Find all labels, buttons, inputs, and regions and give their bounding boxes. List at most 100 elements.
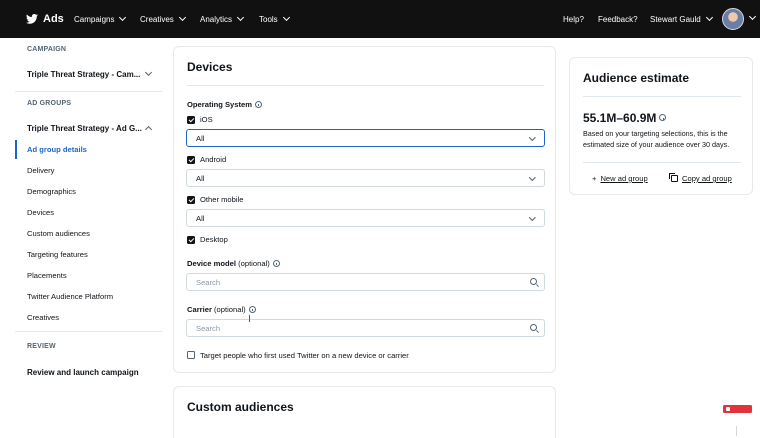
user-menu[interactable]: Stewart Gauld xyxy=(650,0,713,38)
devices-title: Devices xyxy=(187,60,233,74)
sidebar-item-placements[interactable]: Placements xyxy=(27,271,67,280)
desktop-label: Desktop xyxy=(200,235,228,244)
chevron-down-icon xyxy=(528,174,535,181)
ad-groups-heading: AD GROUPS xyxy=(27,100,72,107)
device-model-label-text: Device model xyxy=(187,259,236,268)
divider xyxy=(583,96,741,97)
text-cursor xyxy=(249,315,250,322)
android-checkbox[interactable] xyxy=(187,156,195,164)
new-ad-group-button[interactable]: + New ad group xyxy=(592,174,648,183)
ad-group-name[interactable]: Triple Threat Strategy - Ad G... xyxy=(27,124,142,133)
sidebar-item-twitter-audience-platform[interactable]: Twitter Audience Platform xyxy=(27,292,113,301)
sidebar-item-demographics[interactable]: Demographics xyxy=(27,187,76,196)
device-model-search-input[interactable] xyxy=(186,273,545,291)
devices-card: Devices Operating System iOS All Android… xyxy=(173,46,556,373)
copy-ad-group-label: Copy ad group xyxy=(682,174,732,183)
optional-text: (optional) xyxy=(238,259,270,268)
custom-audiences-title: Custom audiences xyxy=(187,400,294,414)
subscribe-badge-icon[interactable] xyxy=(723,405,752,413)
android-label: Android xyxy=(200,155,227,164)
ios-label: iOS xyxy=(200,115,213,124)
info-icon[interactable] xyxy=(248,305,256,313)
audience-description: Based on your targeting selections, this… xyxy=(583,129,730,149)
divider xyxy=(187,85,544,86)
search-icon xyxy=(530,278,537,285)
optional-text: (optional) xyxy=(214,305,246,314)
sidebar-item-devices[interactable]: Devices xyxy=(27,208,54,217)
new-device-checkbox[interactable] xyxy=(187,351,195,359)
nav-creatives-label: Creatives xyxy=(140,14,174,24)
operating-system-label-text: Operating System xyxy=(187,100,252,109)
new-device-label: Target people who first used Twitter on … xyxy=(200,351,409,360)
nav-analytics[interactable]: Analytics xyxy=(200,0,245,38)
other-mobile-value: All xyxy=(196,213,205,223)
chevron-down-icon xyxy=(528,214,535,221)
campaign-name[interactable]: Triple Threat Strategy - Cam... xyxy=(27,70,140,79)
nav-campaigns[interactable]: Campaigns xyxy=(74,0,127,38)
chevron-down-icon xyxy=(282,13,290,22)
other-mobile-checkbox[interactable] xyxy=(187,196,195,204)
campaign-heading: CAMPAIGN xyxy=(27,46,67,53)
twitter-bird-icon xyxy=(26,14,38,24)
device-model-label: Device model (optional) xyxy=(187,259,280,268)
chevron-down-icon xyxy=(236,13,245,22)
search-icon xyxy=(530,324,537,331)
plus-icon: + xyxy=(592,174,597,183)
user-name: Stewart Gauld xyxy=(650,14,701,24)
nav-tools[interactable]: Tools xyxy=(259,0,290,38)
custom-audiences-card: Custom audiences xyxy=(173,386,556,438)
audience-estimate-card: Audience estimate 55.1M–60.9M Based on y… xyxy=(569,57,753,195)
audience-range: 55.1M–60.9M xyxy=(583,111,667,125)
other-mobile-label: Other mobile xyxy=(200,195,244,204)
top-nav-bar: Ads Campaigns Creatives Analytics Tools … xyxy=(0,0,760,38)
ios-version-value: All xyxy=(196,133,205,143)
divider xyxy=(736,426,737,436)
audience-range-value: 55.1M–60.9M xyxy=(583,111,657,125)
sidebar-item-targeting-features[interactable]: Targeting features xyxy=(27,250,88,259)
desktop-checkbox[interactable] xyxy=(187,236,195,244)
new-ad-group-label: New ad group xyxy=(600,174,648,183)
copy-icon xyxy=(669,173,678,182)
audience-estimate-title: Audience estimate xyxy=(583,71,690,85)
copy-ad-group-button[interactable]: Copy ad group xyxy=(669,173,732,183)
other-mobile-select[interactable]: All xyxy=(186,209,545,227)
nav-tools-label: Tools xyxy=(259,14,278,24)
chevron-up-icon[interactable] xyxy=(144,125,153,134)
android-version-value: All xyxy=(196,173,205,183)
chevron-down-icon xyxy=(705,13,713,22)
carrier-label: Carrier (optional) xyxy=(187,305,256,314)
feedback-link[interactable]: Feedback? xyxy=(598,0,638,38)
active-indicator xyxy=(15,140,17,159)
sidebar-item-review-launch[interactable]: Review and launch campaign xyxy=(27,368,139,377)
operating-system-label: Operating System xyxy=(187,100,262,109)
avatar[interactable] xyxy=(722,8,744,30)
chevron-down-icon xyxy=(178,13,186,22)
nav-creatives[interactable]: Creatives xyxy=(140,0,186,38)
nav-campaigns-label: Campaigns xyxy=(74,14,115,24)
divider xyxy=(583,162,741,163)
brand-label: Ads xyxy=(43,13,64,25)
chevron-down-icon[interactable] xyxy=(144,68,153,77)
info-icon[interactable] xyxy=(272,259,280,267)
ios-version-select[interactable]: All xyxy=(186,129,545,147)
carrier-search-input[interactable] xyxy=(186,319,545,337)
android-version-select[interactable]: All xyxy=(186,169,545,187)
help-link[interactable]: Help? xyxy=(563,0,584,38)
ios-checkbox[interactable] xyxy=(187,116,195,124)
info-icon[interactable] xyxy=(255,100,262,108)
carrier-label-text: Carrier xyxy=(187,305,212,314)
chevron-down-icon xyxy=(119,13,127,22)
sidebar-item-creatives[interactable]: Creatives xyxy=(27,313,59,322)
chevron-down-icon xyxy=(528,134,535,141)
review-heading: REVIEW xyxy=(27,343,56,350)
divider xyxy=(15,91,162,92)
sidebar-item-delivery[interactable]: Delivery xyxy=(27,166,54,175)
nav-analytics-label: Analytics xyxy=(200,14,233,24)
sidebar: CAMPAIGN Triple Threat Strategy - Cam...… xyxy=(0,38,162,422)
sidebar-item-custom-audiences[interactable]: Custom audiences xyxy=(27,229,90,238)
twitter-ads-logo[interactable]: Ads xyxy=(26,0,64,38)
divider xyxy=(15,331,162,332)
avatar-chevron-down-icon[interactable] xyxy=(748,12,757,21)
sidebar-item-ad-group-details[interactable]: Ad group details xyxy=(27,145,87,154)
info-icon[interactable] xyxy=(659,114,667,122)
